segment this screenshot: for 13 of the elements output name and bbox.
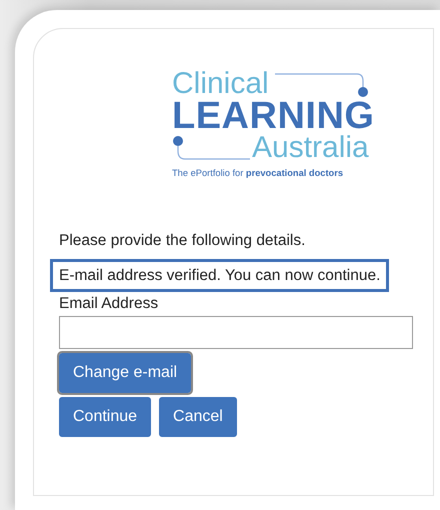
change-email-button[interactable]: Change e-mail: [59, 352, 192, 393]
cancel-button[interactable]: Cancel: [159, 396, 237, 437]
connector-icon: [172, 135, 252, 161]
logo-text: Australia: [252, 133, 369, 163]
logo-text: Clinical: [172, 69, 269, 99]
logo-text: LEARNING: [172, 99, 376, 133]
verified-message: E-mail address verified. You can now continue.: [50, 259, 390, 292]
logo-tagline: The ePortfolio for prevocational doctors: [172, 167, 344, 180]
continue-button[interactable]: Continue: [59, 396, 152, 437]
instruction-text: Please provide the following details.: [59, 230, 306, 251]
email-field[interactable]: [59, 316, 413, 349]
field-label: Email Address: [59, 294, 160, 314]
connector-icon: [272, 72, 369, 98]
